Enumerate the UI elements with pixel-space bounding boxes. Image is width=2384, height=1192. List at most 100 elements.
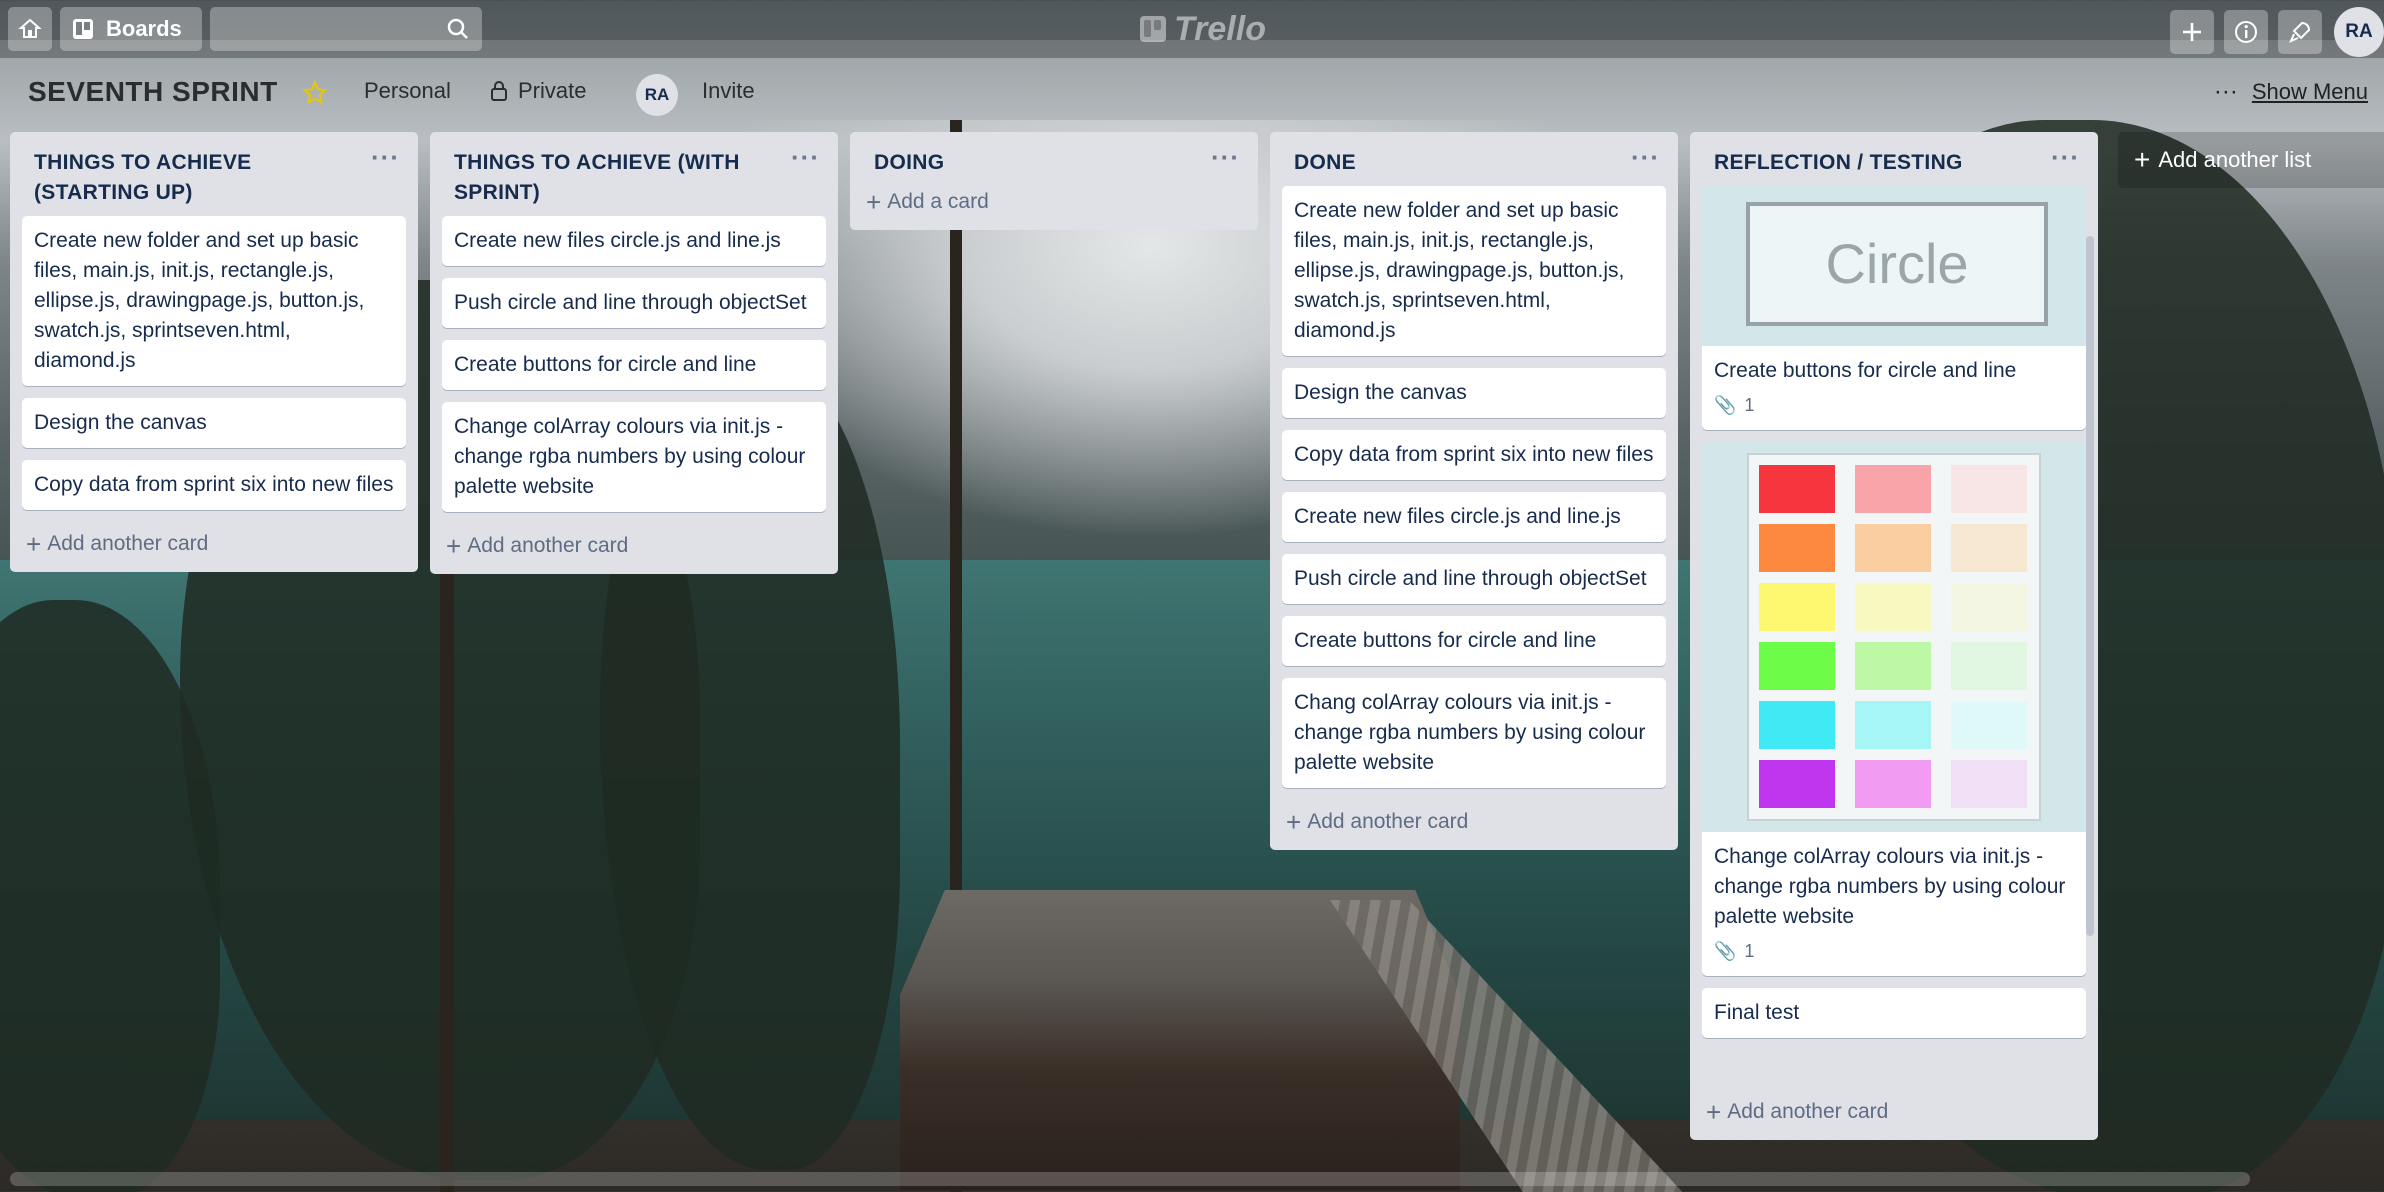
palette-swatch [1855,760,1931,808]
board-member-avatar[interactable]: RA [636,74,678,116]
list-scrollbar[interactable] [2086,236,2094,936]
trello-logo-text: Trello [1174,9,1266,48]
card[interactable]: Change colArray colours via init.js - ch… [442,402,826,512]
card[interactable]: Create buttons for circle and line [442,340,826,390]
user-avatar[interactable]: RA [2334,7,2384,57]
card-with-cover[interactable]: Circle Create buttons for circle and lin… [1702,186,2086,430]
palette-swatch [1951,524,2027,572]
show-menu-button[interactable]: ··· Show Menu [2214,78,2368,106]
boards-button[interactable]: Boards [60,7,202,51]
card[interactable]: Create new files circle.js and line.js [1282,492,1666,542]
plus-icon: + [446,531,462,561]
list-title[interactable]: THINGS TO ACHIEVE (STARTING UP) ··· [10,132,418,216]
attachment-count: 1 [1744,395,1755,415]
list-scroll-area[interactable]: Circle Create buttons for circle and lin… [1690,186,2098,1092]
invite-button[interactable]: Invite [702,78,755,104]
card[interactable]: Create new files circle.js and line.js [442,216,826,266]
palette-swatch [1855,642,1931,690]
add-card-label: Add another card [467,534,629,557]
card[interactable]: Create new folder and set up basic files… [22,216,406,386]
list-title[interactable]: THINGS TO ACHIEVE (WITH SPRINT) ··· [430,132,838,216]
star-icon [302,80,328,105]
plus-icon: + [26,529,42,559]
add-list-button[interactable]: + Add another list [2118,132,2384,188]
info-icon [2235,21,2257,43]
list-title-text: DOING [874,151,945,174]
card[interactable]: Copy data from sprint six into new files [1282,430,1666,480]
card[interactable]: Copy data from sprint six into new files [22,460,406,510]
add-card-button[interactable]: + Add another card [10,522,418,572]
card-title: Create buttons for circle and line [1714,359,2017,382]
add-card-button[interactable]: + Add another card [1270,800,1678,850]
plus-icon: + [866,187,882,217]
card[interactable]: Design the canvas [1282,368,1666,418]
card[interactable]: Chang colArray colours via init.js - cha… [1282,678,1666,788]
list-menu-icon[interactable]: ··· [1211,142,1240,172]
card-title: Change colArray colours via init.js - ch… [1714,845,2066,928]
privacy-label: Private [518,78,587,103]
board-horizontal-scrollbar[interactable] [10,1172,2250,1186]
home-button[interactable] [8,7,52,51]
search-input[interactable] [210,7,482,51]
card[interactable]: Push circle and line through objectSet [1282,554,1666,604]
add-list-label: Add another list [2158,147,2312,172]
search-icon [447,18,468,39]
boards-icon [73,19,93,39]
card[interactable]: Final test [1702,988,2086,1038]
plus-icon: + [2134,144,2151,175]
card[interactable]: Create buttons for circle and line [1282,616,1666,666]
list-title[interactable]: DONE ··· [1270,132,1678,186]
card-with-cover[interactable]: Change colArray colours via init.js - ch… [1702,442,2086,976]
list-title-text: THINGS TO ACHIEVE (STARTING UP) [34,151,252,204]
card-cover-image: Circle [1702,186,2086,346]
paperclip-icon: 📎 [1714,941,1737,961]
card[interactable]: Create new folder and set up basic files… [1282,186,1666,356]
list-menu-icon[interactable]: ··· [371,142,400,172]
card-cover-image [1702,442,2086,832]
palette-swatch [1855,701,1931,749]
more-icon: ··· [2213,78,2238,105]
list-title-text: REFLECTION / TESTING [1714,151,1963,174]
create-button[interactable] [2170,10,2214,54]
card[interactable]: Design the canvas [22,398,406,448]
trello-logo[interactable]: Trello [1140,10,1266,48]
list-title-text: THINGS TO ACHIEVE (WITH SPRINT) [454,151,740,204]
top-header: Boards Trello RA [0,0,2384,58]
list-things-to-achieve-with-sprint: THINGS TO ACHIEVE (WITH SPRINT) ··· Crea… [430,132,838,574]
list-menu-icon[interactable]: ··· [791,142,820,172]
palette-swatch [1759,642,1835,690]
list-title[interactable]: DOING ··· [850,132,1258,186]
list-menu-icon[interactable]: ··· [1631,142,1660,172]
list-done: DONE ··· Create new folder and set up ba… [1270,132,1678,850]
team-visibility-button[interactable]: Personal [364,78,451,104]
paperclip-icon: 📎 [1714,395,1737,415]
list-title[interactable]: REFLECTION / TESTING ··· [1690,132,2098,186]
add-card-label: Add another card [47,532,209,555]
add-card-button[interactable]: + Add another card [430,524,838,574]
palette-swatch [1759,583,1835,631]
info-button[interactable] [2224,10,2268,54]
list-things-to-achieve-starting-up: THINGS TO ACHIEVE (STARTING UP) ··· Crea… [10,132,418,572]
palette-swatch [1759,760,1835,808]
privacy-button[interactable]: Private [490,78,586,104]
board-header: SEVENTH SPRINT Personal Private RA Invit… [0,58,2384,134]
palette-swatch [1951,583,2027,631]
list-menu-icon[interactable]: ··· [2051,142,2080,172]
palette-swatch [1759,701,1835,749]
trello-logo-icon [1140,16,1166,42]
list-title-text: DONE [1294,151,1356,174]
boards-label: Boards [106,16,182,41]
palette-swatch [1951,642,2027,690]
attachment-count: 1 [1744,941,1755,961]
rocket-icon [2289,21,2311,43]
card[interactable]: Push circle and line through objectSet [442,278,826,328]
attachment-badge: 📎 1 [1714,936,2074,966]
star-button[interactable] [302,80,328,111]
notifications-button[interactable] [2278,10,2322,54]
add-card-button[interactable]: + Add another card [1690,1092,2098,1140]
add-card-button[interactable]: + Add a card [850,186,1258,230]
palette-swatch [1759,465,1835,513]
list-reflection-testing: REFLECTION / TESTING ··· Circle Create b… [1690,132,2098,1140]
board-title[interactable]: SEVENTH SPRINT [28,76,278,108]
add-card-label: Add another card [1307,810,1469,833]
